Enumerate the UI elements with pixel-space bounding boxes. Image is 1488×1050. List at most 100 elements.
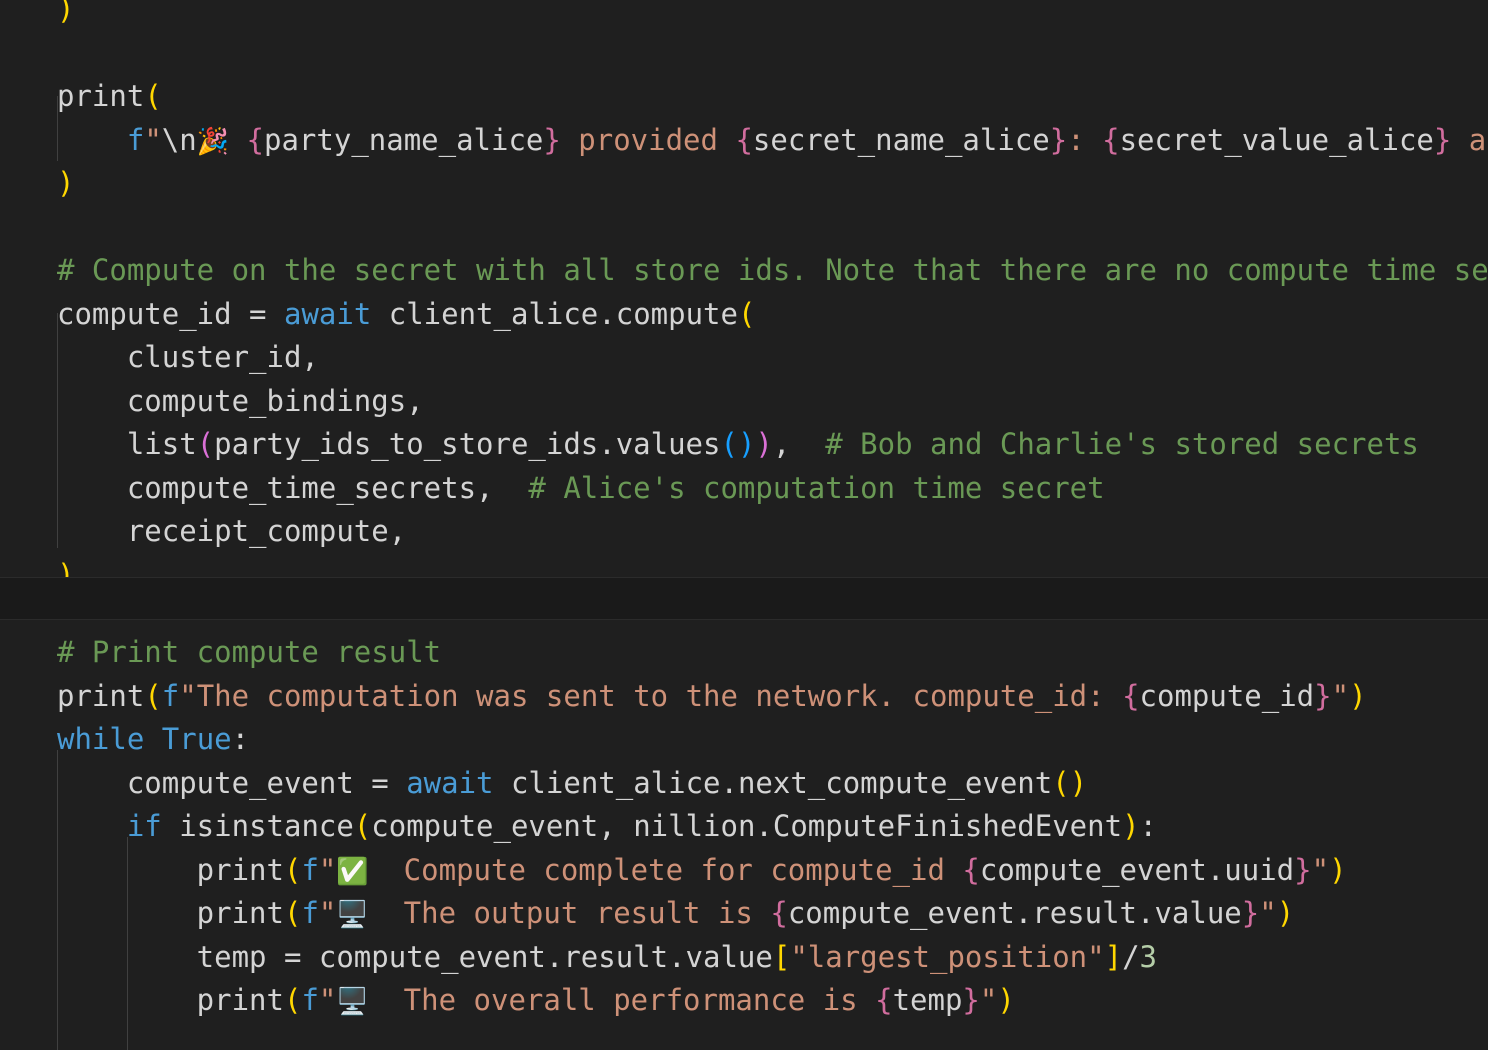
code-token: (: [737, 296, 756, 331]
code-token: }: [962, 983, 980, 1017]
code-line[interactable]: if isinstance(compute_event, nillion.Com…: [57, 805, 1488, 849]
code-token: (): [720, 427, 756, 461]
code-token: compute_event =: [57, 765, 407, 800]
code-token: # Print compute result: [57, 635, 442, 669]
code-line[interactable]: compute_bindings,: [57, 380, 1488, 424]
code-line[interactable]: f"\n🎉 {party_name_alice} provided {secre…: [57, 119, 1488, 163]
code-line[interactable]: ): [57, 554, 1488, 579]
code-line[interactable]: list(party_ids_to_store_ids.values()), #…: [57, 423, 1488, 467]
code-token: }: [1241, 896, 1260, 930]
code-token: # Alice's computation time secret: [528, 470, 1105, 505]
code-line[interactable]: receipt_compute,: [57, 510, 1488, 554]
code-line[interactable]: compute_time_secrets, # Alice's computat…: [57, 467, 1488, 511]
code-content-lower[interactable]: # Print compute result print(f"The comput…: [0, 619, 1488, 1023]
code-line[interactable]: print(f"✅ Compute complete for compute_i…: [57, 849, 1488, 893]
code-token: compute_id: [1139, 678, 1315, 713]
code-token: {: [735, 122, 753, 157]
code-token: True: [161, 722, 232, 756]
code-token: :: [1067, 122, 1103, 157]
code-token: ": [1259, 896, 1277, 930]
code-line[interactable]: while True:: [57, 718, 1488, 762]
code-line[interactable]: temp = compute_event.result.value["large…: [57, 936, 1488, 980]
code-token: print: [57, 983, 284, 1017]
code-token: Compute complete for compute_id: [368, 852, 963, 887]
code-token: print: [57, 852, 284, 887]
code-token: compute_time_secrets,: [57, 470, 529, 505]
code-line[interactable]: compute_id = await client_alice.compute(: [57, 293, 1488, 337]
code-token: secret_name_alice: [752, 122, 1050, 157]
code-token: print: [57, 79, 145, 113]
code-token: }: [1314, 678, 1332, 713]
code-token: f: [301, 896, 319, 930]
code-line[interactable]: # Compute on the secret with all store i…: [57, 249, 1488, 293]
emoji-icon: 🖥️: [336, 987, 369, 1017]
code-token: if: [126, 809, 162, 843]
notebook-cell-gap: [0, 578, 1488, 619]
indent-guide: [57, 96, 58, 161]
code-token: print: [57, 896, 284, 930]
code-line[interactable]: ): [57, 162, 1488, 206]
code-token: ): [1329, 852, 1347, 887]
code-token: ": [318, 983, 337, 1017]
code-line[interactable]: [57, 206, 1488, 250]
code-token: ): [57, 0, 75, 26]
code-token: {: [246, 122, 265, 157]
code-token: cluster_id,: [57, 340, 319, 374]
code-token: }: [1294, 852, 1312, 887]
code-token: ": [318, 896, 337, 930]
code-token: }: [1049, 122, 1068, 157]
code-token: isinstance: [161, 809, 354, 843]
code-token: print: [57, 678, 145, 713]
code-token: compute_event, nillion.ComputeFinishedEv…: [371, 809, 1123, 843]
code-token: await: [283, 296, 372, 331]
code-editor-viewport: ) print( f"\n🎉 {party_name_alice} provid…: [0, 0, 1488, 1050]
code-line[interactable]: compute_event = await client_alice.next_…: [57, 762, 1488, 806]
notebook-cell-print-result[interactable]: # Print compute result print(f"The comput…: [0, 619, 1488, 1050]
code-token: ): [1349, 678, 1367, 713]
notebook-cell-compute[interactable]: ) print( f"\n🎉 {party_name_alice} provid…: [0, 0, 1488, 578]
code-token: # Bob and Charlie's stored secrets: [825, 427, 1419, 461]
code-token: as: [1468, 122, 1488, 157]
code-token: ,: [772, 427, 826, 461]
code-token: "largest_position": [790, 939, 1105, 974]
code-token: temp = compute_event.result.value: [57, 939, 773, 974]
emoji-icon: 🎉: [196, 126, 230, 157]
code-token: ): [1122, 809, 1140, 843]
code-line[interactable]: print(f"🖥️ The output result is {compute…: [57, 892, 1488, 936]
code-line[interactable]: cluster_id,: [57, 336, 1488, 380]
code-token: compute_event.result.value: [787, 896, 1242, 930]
emoji-icon: 🖥️: [336, 900, 369, 930]
code-line[interactable]: print(: [57, 75, 1488, 119]
code-line[interactable]: print(f"🖥️ The overall performance is {t…: [57, 979, 1488, 1023]
code-token: The output result is: [368, 896, 771, 930]
code-token: compute_id =: [57, 296, 284, 331]
code-token: (: [144, 79, 162, 113]
code-line[interactable]: [57, 32, 1488, 76]
code-token: {: [1102, 122, 1120, 157]
code-token: ": [1331, 678, 1350, 713]
code-token: ): [755, 427, 773, 461]
code-token: :: [1139, 809, 1157, 843]
code-token: ): [57, 166, 75, 200]
emoji-icon: ✅: [336, 856, 369, 887]
code-token: /: [1122, 939, 1140, 974]
code-token: {: [962, 852, 980, 887]
code-token: :: [231, 722, 250, 756]
code-token: receipt_compute,: [57, 514, 407, 548]
indent-guide: [57, 313, 58, 548]
code-token: (): [1052, 765, 1088, 800]
code-token: ]: [1104, 939, 1123, 974]
code-line[interactable]: print(f"The computation was sent to the …: [57, 675, 1488, 719]
code-line[interactable]: # Print compute result: [57, 631, 1488, 675]
code-token: [: [772, 939, 791, 974]
code-token: party_name_alice: [264, 122, 544, 157]
code-content-upper[interactable]: ) print( f"\n🎉 {party_name_alice} provid…: [0, 0, 1488, 578]
code-token: f: [301, 983, 319, 1017]
code-line[interactable]: ): [57, 0, 1488, 32]
code-token: }: [1433, 122, 1452, 157]
code-token: provided: [560, 122, 736, 157]
code-token: {: [770, 896, 788, 930]
